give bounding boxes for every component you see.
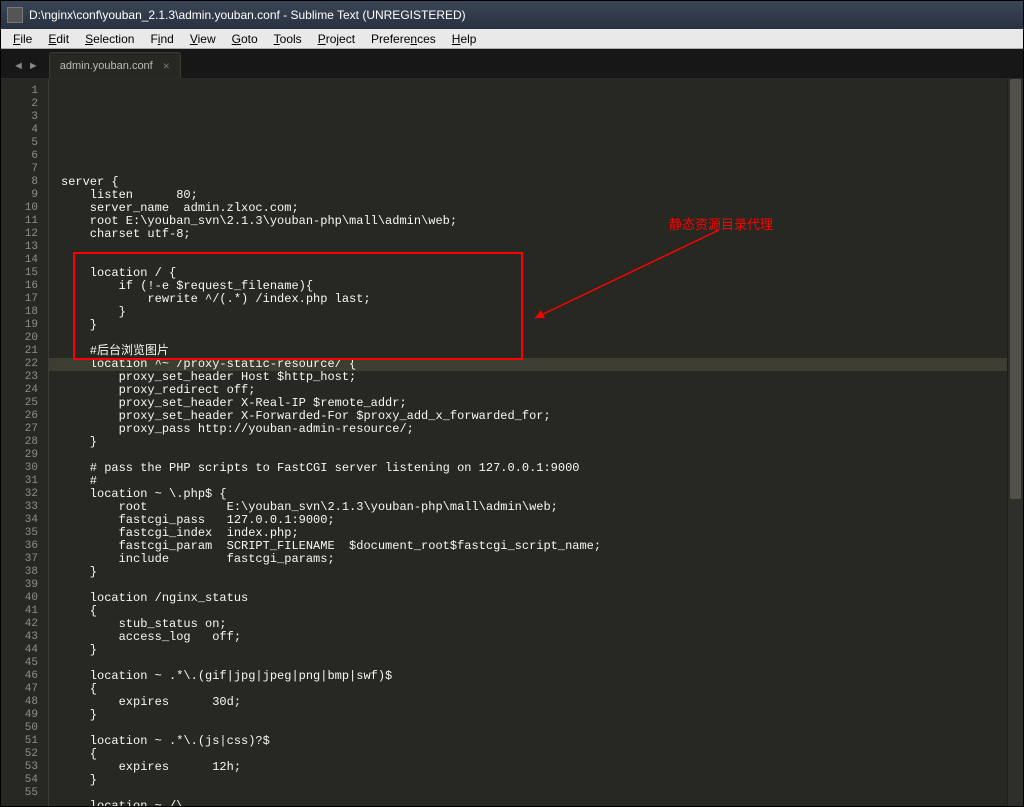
code-line[interactable]: location ~ .*\.(gif|jpg|jpeg|png|bmp|swf…	[61, 670, 1007, 683]
menu-help[interactable]: Help	[444, 30, 485, 48]
code-line[interactable]: location ~ /\.	[61, 800, 1007, 806]
menu-preferences[interactable]: Preferences	[363, 30, 444, 48]
code-line[interactable]: include fastcgi_params;	[61, 553, 1007, 566]
code-line[interactable]: server {	[61, 176, 1007, 189]
code-line[interactable]: }	[61, 436, 1007, 449]
menu-edit[interactable]: Edit	[40, 30, 77, 48]
window-title: D:\nginx\conf\youban_2.1.3\admin.youban.…	[29, 8, 1017, 22]
code-area[interactable]: 静态资源目录代理 server { listen 80; server_name…	[49, 79, 1007, 806]
vertical-scrollbar[interactable]	[1007, 79, 1023, 806]
annotation-text: 静态资源目录代理	[669, 218, 773, 231]
code-line[interactable]: access_log off;	[61, 631, 1007, 644]
menu-project[interactable]: Project	[310, 30, 363, 48]
code-line[interactable]: }	[61, 306, 1007, 319]
code-line[interactable]: }	[61, 566, 1007, 579]
code-line[interactable]: charset utf-8;	[61, 228, 1007, 241]
code-line[interactable]: }	[61, 644, 1007, 657]
menu-tools[interactable]: Tools	[266, 30, 310, 48]
code-line[interactable]: # pass the PHP scripts to FastCGI server…	[61, 462, 1007, 475]
menu-view[interactable]: View	[182, 30, 224, 48]
menu-selection[interactable]: Selection	[77, 30, 142, 48]
tab-active[interactable]: admin.youban.conf ×	[49, 52, 181, 78]
code-line[interactable]: }	[61, 709, 1007, 722]
code-line[interactable]: expires 12h;	[61, 761, 1007, 774]
menu-file[interactable]: File	[5, 30, 40, 48]
app-window: D:\nginx\conf\youban_2.1.3\admin.youban.…	[0, 0, 1024, 807]
code-line[interactable]	[61, 787, 1007, 800]
tab-nav-right-icon[interactable]: ►	[28, 60, 39, 72]
code-line[interactable]: proxy_pass http://youban-admin-resource/…	[61, 423, 1007, 436]
tab-label: admin.youban.conf	[60, 60, 153, 72]
code-line[interactable]: }	[61, 774, 1007, 787]
app-icon	[7, 7, 23, 23]
tab-nav-left-icon[interactable]: ◄	[13, 60, 24, 72]
code-line[interactable]	[61, 332, 1007, 345]
code-line[interactable]: }	[61, 319, 1007, 332]
code-line[interactable]: rewrite ^/(.*) /index.php last;	[61, 293, 1007, 306]
line-number-gutter: 1234567891011121314151617181920212223242…	[1, 79, 49, 806]
menu-goto[interactable]: Goto	[224, 30, 266, 48]
code-line[interactable]	[61, 254, 1007, 267]
titlebar[interactable]: D:\nginx\conf\youban_2.1.3\admin.youban.…	[1, 1, 1023, 29]
scrollbar-thumb[interactable]	[1010, 79, 1021, 499]
code-line[interactable]: location ~ .*\.(js|css)?$	[61, 735, 1007, 748]
tab-close-icon[interactable]: ×	[163, 59, 170, 73]
code-line[interactable]: expires 30d;	[61, 696, 1007, 709]
code-line[interactable]: root E:\youban_svn\2.1.3\youban-php\mall…	[61, 215, 1007, 228]
code-line[interactable]: location /nginx_status	[61, 592, 1007, 605]
menu-find[interactable]: Find	[142, 30, 181, 48]
tab-nav-arrows[interactable]: ◄ ►	[9, 60, 49, 78]
menubar: File Edit Selection Find View Goto Tools…	[1, 29, 1023, 49]
code-line[interactable]	[61, 241, 1007, 254]
tab-row: ◄ ► admin.youban.conf ×	[1, 49, 1023, 79]
editor[interactable]: 1234567891011121314151617181920212223242…	[1, 79, 1023, 806]
